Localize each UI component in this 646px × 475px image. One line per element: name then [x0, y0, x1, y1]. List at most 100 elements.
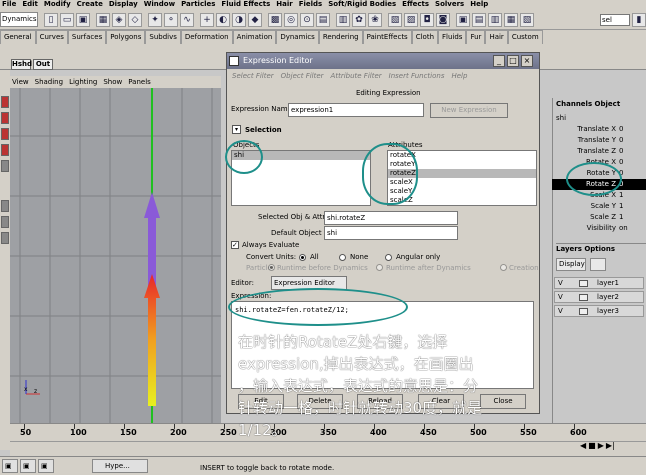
channel-value[interactable]: 0	[619, 135, 623, 146]
layer-visibility-icon[interactable]: V	[558, 292, 563, 303]
tab-painteffects[interactable]: PaintEffects	[362, 30, 412, 44]
tab-fluids[interactable]: Fluids	[438, 30, 467, 44]
tab-fur[interactable]: Fur	[466, 30, 486, 44]
menu-fluid-effects[interactable]: Fluid Effects	[221, 0, 270, 10]
tool-icon-g[interactable]: ▦	[504, 13, 518, 27]
particle-before-radio[interactable]	[268, 264, 275, 271]
open-scene-icon[interactable]: ▭	[60, 13, 74, 27]
tab-custom[interactable]: Custom	[507, 30, 543, 44]
menu-effects[interactable]: Effects	[402, 0, 429, 10]
channel-row[interactable]: Scale Y1	[552, 201, 646, 212]
tool-icon-a[interactable]: ▨	[404, 13, 418, 27]
dialog-menu-object-filter[interactable]: Object Filter	[281, 72, 324, 84]
minimize-icon[interactable]: _	[493, 55, 505, 67]
layer-visibility-icon[interactable]: V	[558, 278, 563, 289]
channel-value[interactable]: on	[619, 223, 628, 234]
particle-after-radio[interactable]	[376, 264, 383, 271]
tool-icon-h[interactable]: ▧	[520, 13, 534, 27]
range-slider[interactable]	[10, 441, 646, 456]
snap-view-icon[interactable]: ▤	[316, 13, 330, 27]
layer-color-icon[interactable]	[579, 294, 588, 301]
select-dynamics-icon[interactable]: ◑	[232, 13, 246, 27]
layer-display-dropdown[interactable]: Display	[556, 258, 586, 271]
render-icon[interactable]: ✿	[352, 13, 366, 27]
menu-window[interactable]: Window	[144, 0, 175, 10]
viewport-menu-shading[interactable]: Shading	[35, 76, 63, 88]
channel-value[interactable]: 0	[619, 124, 623, 135]
tab-curves[interactable]: Curves	[35, 30, 68, 44]
new-expression-button[interactable]: New Expression	[430, 103, 508, 118]
tool-icon-e[interactable]: ▤	[472, 13, 486, 27]
layer-row[interactable]: Vlayer1	[554, 277, 644, 289]
tab-rendering[interactable]: Rendering	[318, 30, 363, 44]
history-icon[interactable]: ▥	[336, 13, 350, 27]
tool-icon-d[interactable]: ▣	[456, 13, 470, 27]
tab-deformation[interactable]: Deformation	[180, 30, 233, 44]
play-forward-icon[interactable]: ▶	[598, 441, 604, 455]
menu-edit[interactable]: Edit	[22, 0, 38, 10]
menu-particles[interactable]: Particles	[181, 0, 215, 10]
menu-create[interactable]: Create	[77, 0, 103, 10]
layout-four-icon[interactable]	[1, 216, 9, 228]
new-scene-icon[interactable]: ▯	[44, 13, 58, 27]
maximize-icon[interactable]: □	[507, 55, 519, 67]
ipr-render-icon[interactable]: ❀	[368, 13, 382, 27]
selected-obj-attr-field[interactable]: shi.rotateZ	[324, 211, 458, 225]
taskbar-minimized-3[interactable]: ▣	[38, 459, 54, 473]
layout-persp-icon[interactable]	[1, 232, 9, 244]
channel-value[interactable]: 1	[619, 190, 623, 201]
rotate-tool-icon[interactable]	[1, 144, 9, 156]
tab-subdivs[interactable]: Subdivs	[145, 30, 181, 44]
convert-angular-radio[interactable]	[385, 254, 392, 261]
viewport-panel[interactable]	[10, 76, 221, 423]
channel-row[interactable]: Visibility on	[552, 223, 646, 234]
tool-icon-f[interactable]: ▥	[488, 13, 502, 27]
viewport-menu-show[interactable]: Show	[103, 76, 122, 88]
menu-fields[interactable]: Fields	[299, 0, 323, 10]
menu-display[interactable]: Display	[109, 0, 138, 10]
new-layer-icon[interactable]	[590, 258, 606, 271]
tool-icon-c[interactable]: ◙	[436, 13, 450, 27]
taskbar-hypershade[interactable]: Hype...	[92, 459, 148, 473]
move-tool-icon[interactable]	[1, 128, 9, 140]
select-rendering-icon[interactable]: ◆	[248, 13, 262, 27]
tab-animation[interactable]: Animation	[232, 30, 277, 44]
viewport-menu-panels[interactable]: Panels	[128, 76, 151, 88]
layer-row[interactable]: Vlayer2	[554, 291, 644, 303]
tab-cloth[interactable]: Cloth	[411, 30, 439, 44]
shelf-button-hshd[interactable]: Hshd	[11, 59, 32, 70]
tab-surfaces[interactable]: Surfaces	[67, 30, 107, 44]
menu-hair[interactable]: Hair	[276, 0, 292, 10]
stop-icon[interactable]: ■	[588, 441, 596, 455]
menu-help[interactable]: Help	[470, 0, 488, 10]
dialog-menu-help[interactable]: Help	[451, 72, 467, 84]
menu-file[interactable]: File	[2, 0, 16, 10]
select-surfaces-icon[interactable]: +	[200, 13, 214, 27]
select-deformations-icon[interactable]: ◐	[216, 13, 230, 27]
convert-none-radio[interactable]	[339, 254, 346, 261]
save-scene-icon[interactable]: ▣	[76, 13, 90, 27]
default-object-field[interactable]: shi	[324, 226, 458, 240]
tab-polygons[interactable]: Polygons	[106, 30, 146, 44]
dialog-menu-insert-functions[interactable]: Insert Functions	[389, 72, 445, 84]
snap-point-icon[interactable]: ⊙	[300, 13, 314, 27]
menu-soft-rigid-bodies[interactable]: Soft/Rigid Bodies	[328, 0, 396, 10]
channel-value[interactable]: 0	[619, 146, 623, 157]
always-evaluate-checkbox[interactable]: ✓	[231, 241, 239, 249]
taskbar-minimized-1[interactable]: ▣	[2, 459, 18, 473]
channel-row[interactable]: Scale Z1	[552, 212, 646, 223]
convert-all-radio[interactable]	[299, 254, 306, 261]
channel-box-toggle-icon[interactable]: ▮	[632, 13, 646, 27]
snap-grid-icon[interactable]: ▩	[268, 13, 282, 27]
tab-hair[interactable]: Hair	[485, 30, 508, 44]
select-curves-icon[interactable]: ∿	[180, 13, 194, 27]
channel-row[interactable]: Translate Z0	[552, 146, 646, 157]
viewport-menu-lighting[interactable]: Lighting	[69, 76, 97, 88]
channel-value[interactable]: 1	[619, 212, 623, 223]
layout-single-icon[interactable]	[1, 200, 9, 212]
scale-tool-icon[interactable]	[1, 160, 9, 172]
select-handles-icon[interactable]: ✦	[148, 13, 162, 27]
snap-curve-icon[interactable]: ◎	[284, 13, 298, 27]
selection-collapse-icon[interactable]: ▾	[232, 125, 241, 134]
taskbar-minimized-2[interactable]: ▣	[20, 459, 36, 473]
